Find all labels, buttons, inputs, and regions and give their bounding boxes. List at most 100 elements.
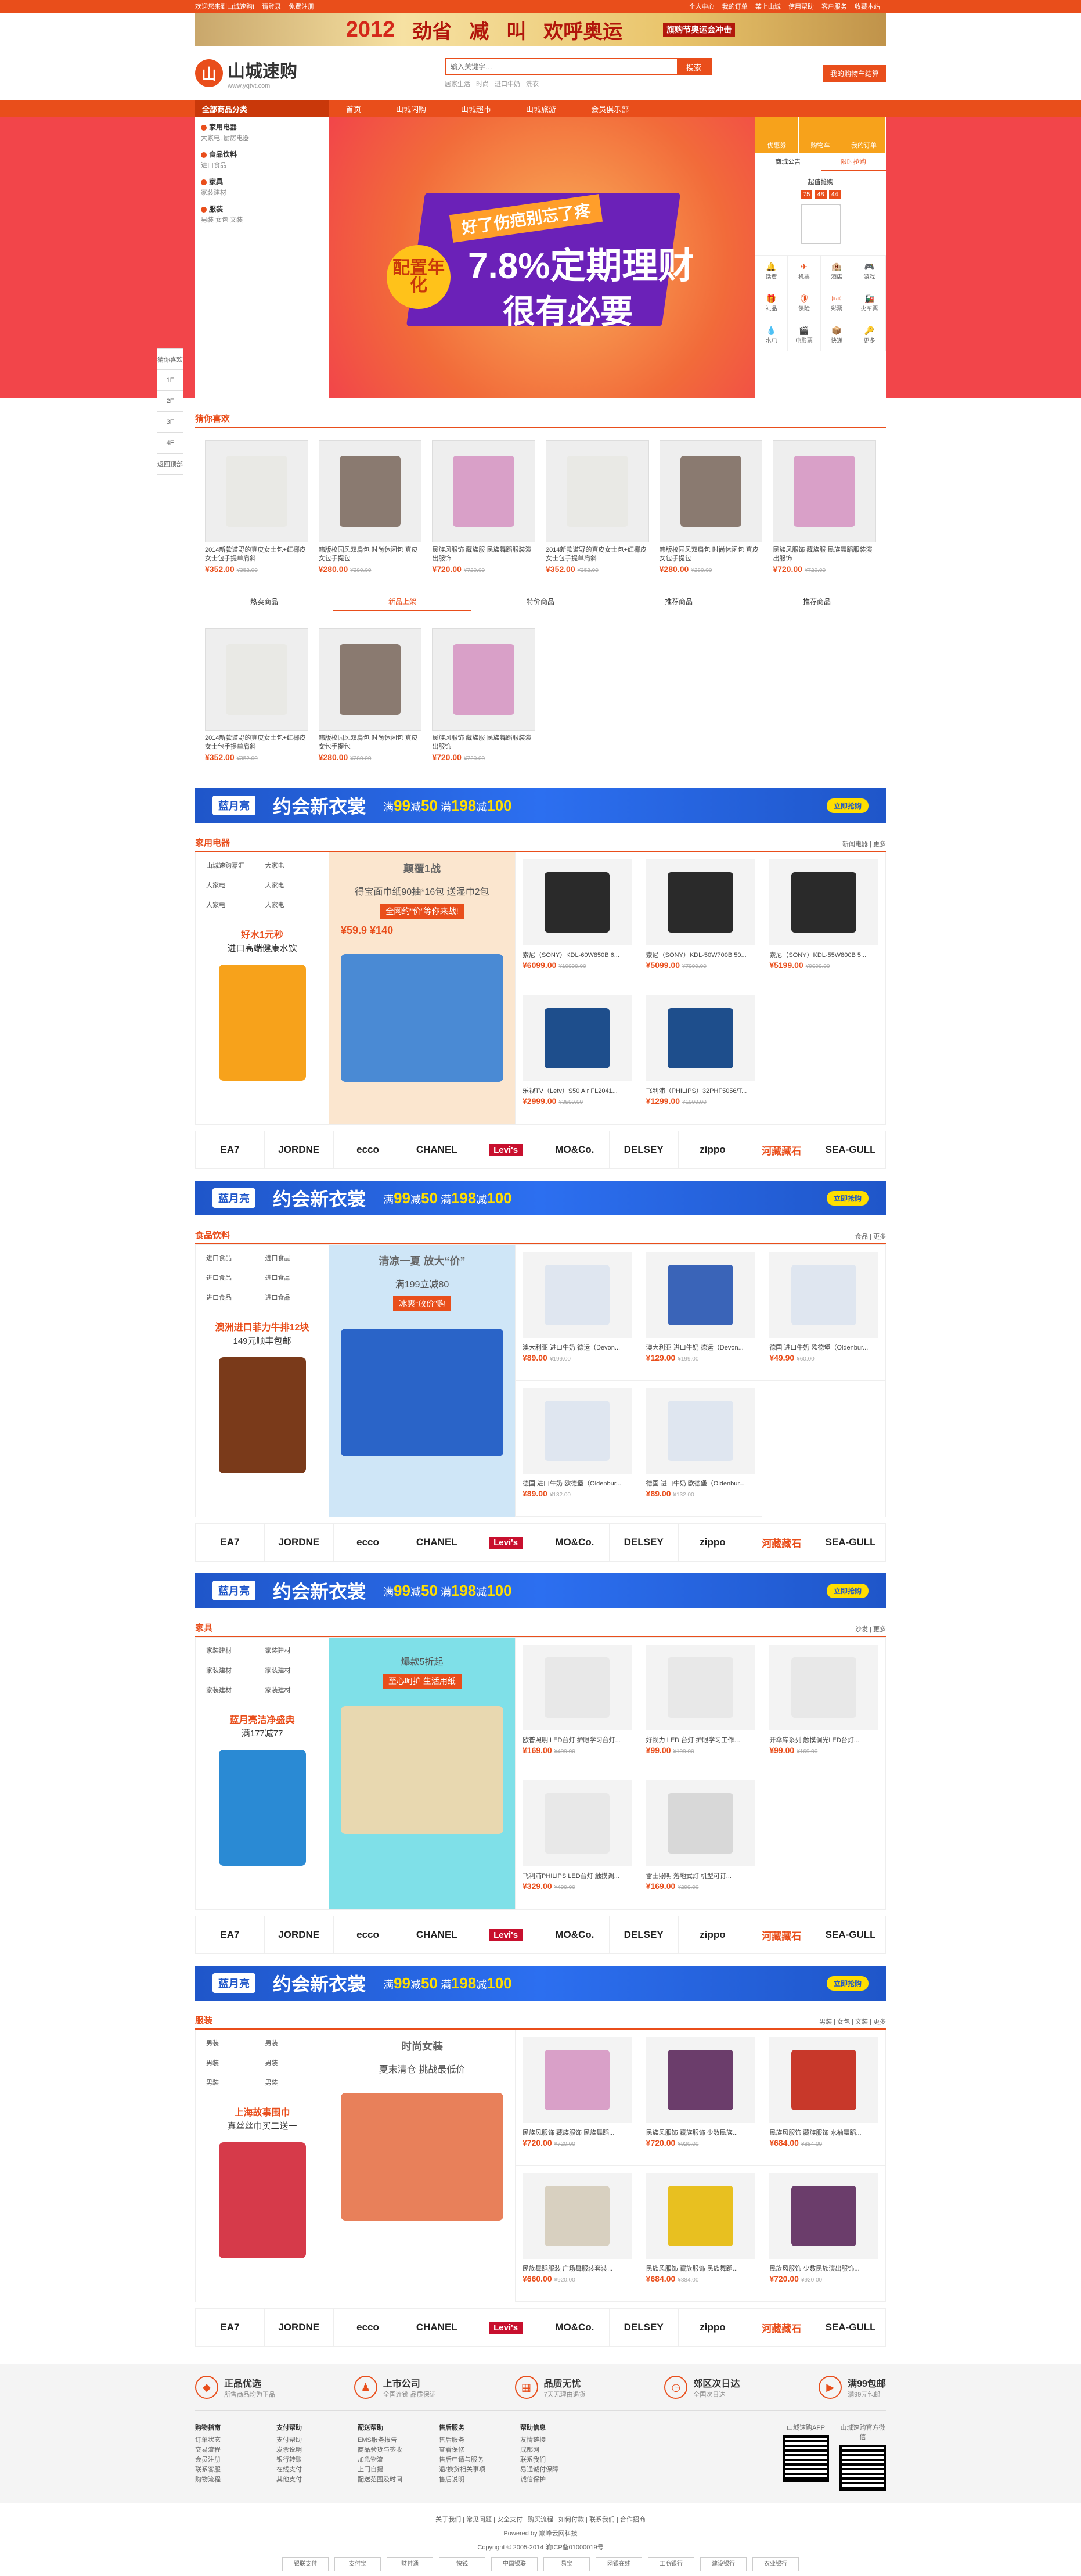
product-card[interactable]: 2014新款道野的真皮女士包+红椰皮女士包手提单肩斜 ¥352.00 ¥352.00 <box>202 625 311 776</box>
floor-nav-item[interactable]: 返回顶部 <box>157 454 183 474</box>
floor-link[interactable]: 家装建材 <box>206 1646 260 1655</box>
help-link[interactable]: 配送范围及时间 <box>358 2475 439 2485</box>
product-name[interactable]: 韩版校园风双肩包 时尚休闲包 真皮女包手提包 <box>319 734 422 751</box>
ad-buy-button[interactable]: 立即抢购 <box>826 1583 869 1598</box>
service-shortcut[interactable]: 🎬 电影票 <box>788 319 821 351</box>
product-name[interactable]: 民族风服饰 藏族服饰 水袖舞蹈... <box>769 2128 878 2137</box>
product-name[interactable]: 民族舞蹈服装 广场舞服装套装... <box>523 2264 632 2273</box>
brand-logo[interactable]: Levi's <box>471 1523 540 1562</box>
side-promo-title[interactable]: 蓝月亮洁净盛典 <box>206 1712 318 1726</box>
product-card[interactable]: 德国 进口牛奶 欧德堡（Oldenbur... ¥89.00 ¥132.00 <box>515 1381 639 1517</box>
product-name[interactable]: 民族风服饰 藏族服 民族舞蹈服装演出服饰 <box>432 734 535 751</box>
product-card[interactable]: 民族风服饰 藏族服饰 民族舞蹈... ¥684.00 ¥884.00 <box>638 2166 762 2302</box>
product-card[interactable]: 澳大利亚 进口牛奶 德运（Devon... ¥129.00 ¥199.00 <box>638 1245 762 1381</box>
service-shortcut[interactable]: 📦 快递 <box>820 319 853 351</box>
help-link[interactable]: 联系我们 <box>520 2455 601 2465</box>
product-image[interactable] <box>546 440 649 542</box>
help-link[interactable]: 订单状态 <box>195 2435 276 2445</box>
topbar-link[interactable]: 某上山城 <box>755 3 781 10</box>
brand-logo[interactable]: 河藏藏石 <box>747 1131 817 1169</box>
brand-logo[interactable]: Levi's <box>471 2308 540 2347</box>
product-name[interactable]: 澳大利亚 进口牛奶 德运（Devon... <box>523 1343 632 1352</box>
brand-logo[interactable]: ecco <box>334 1131 403 1169</box>
flash-deal[interactable]: 超值抢购 75 48 44 <box>755 171 886 255</box>
brand-logo[interactable]: JORDNE <box>265 1131 334 1169</box>
floor-feature[interactable]: 时尚女装 夏末清仓 挑战最低价 <box>329 2030 515 2302</box>
brand-logo[interactable]: SEA-GULL <box>816 1916 885 1954</box>
product-image[interactable] <box>523 1645 632 1730</box>
product-card[interactable]: 德国 进口牛奶 欧德堡（Oldenbur... ¥49.90 ¥60.00 <box>762 1245 885 1381</box>
product-image[interactable] <box>523 2173 632 2259</box>
floor-link[interactable]: 家装建材 <box>265 1685 319 1694</box>
product-card[interactable]: 民族风服饰 藏族服饰 少数民族... ¥720.00 ¥920.00 <box>638 2030 762 2166</box>
brand-logo[interactable]: JORDNE <box>265 1523 334 1562</box>
floor-feature[interactable]: 爆款5折起 至心呵护 生活用纸 <box>329 1638 515 1909</box>
floor-more-link[interactable]: 沙发 | 更多 <box>855 1624 886 1636</box>
help-link[interactable]: 售后服务 <box>439 2435 520 2445</box>
category-item[interactable]: 家用电器 大家电, 厨房电器 <box>201 122 323 142</box>
product-name[interactable]: 韩版校园风双肩包 时尚休闲包 真皮女包手提包 <box>319 546 422 563</box>
help-link[interactable]: EMS服务报告 <box>358 2435 439 2445</box>
product-card[interactable]: 澳大利亚 进口牛奶 德运（Devon... ¥89.00 ¥199.00 <box>515 1245 639 1381</box>
product-card[interactable]: 欧普照明 LED台灯 护眼学习台灯... ¥169.00 ¥499.00 <box>515 1638 639 1773</box>
side-promo-image[interactable] <box>218 1750 306 1866</box>
floor-nav-item[interactable]: 猜你喜欢 <box>157 349 183 370</box>
product-card[interactable]: 雷士照明 落地式灯 机型可订... ¥169.00 ¥299.00 <box>638 1773 762 1909</box>
product-image[interactable] <box>646 1645 755 1730</box>
floor-link[interactable]: 男装 <box>265 2038 319 2048</box>
help-link[interactable]: 查看保修 <box>439 2445 520 2455</box>
all-categories[interactable]: 全部商品分类 <box>195 100 329 117</box>
floor-link[interactable]: 家装建材 <box>265 1665 319 1675</box>
brand-logo[interactable]: zippo <box>679 1131 748 1169</box>
login-link[interactable]: 请登录 <box>262 3 281 10</box>
floor-link[interactable]: 进口食品 <box>265 1293 319 1302</box>
hot-keyword[interactable]: 时尚 <box>476 81 489 88</box>
floor-link[interactable]: 大家电 <box>206 900 260 909</box>
product-name[interactable]: 民族风服饰 藏族服饰 民族舞蹈... <box>523 2128 632 2137</box>
floor-link[interactable]: 大家电 <box>206 880 260 890</box>
brand-logo[interactable]: Levi's <box>471 1916 540 1954</box>
product-card[interactable]: 2014新款道野的真皮女士包+红椰皮女士包手提单肩斜 ¥352.00 ¥352.00 <box>543 437 652 588</box>
coupon-shortcut[interactable]: 优惠券 <box>755 117 799 153</box>
brand-logo[interactable]: zippo <box>679 1523 748 1562</box>
top-promo-banner[interactable]: 2012 劲省 减 叫 欢呼奥运 旗购节奥运会冲击 <box>0 13 1081 46</box>
product-name[interactable]: 民族风服饰 少数民族演出服饰... <box>769 2264 878 2273</box>
brand-logo[interactable]: JORDNE <box>265 2308 334 2347</box>
floor-link[interactable]: 家装建材 <box>206 1665 260 1675</box>
product-card[interactable]: 2014新款道野的真皮女士包+红椰皮女士包手提单肩斜 ¥352.00 ¥352.00 <box>202 437 311 588</box>
product-name[interactable]: 飞利浦PHILIPS LED台灯 触摸调... <box>523 1871 632 1880</box>
cart-button[interactable]: 我的购物车结算 <box>823 64 886 82</box>
product-image[interactable] <box>773 440 876 542</box>
hot-keyword[interactable]: 居家生活 <box>445 81 470 88</box>
ad-banner[interactable]: 蓝月亮 约会新衣裳 满99减50 满198减100 立即抢购 <box>195 788 886 823</box>
product-card[interactable]: 韩版校园风双肩包 时尚休闲包 真皮女包手提包 ¥280.00 ¥280.00 <box>656 437 766 588</box>
service-shortcut[interactable]: 💧 水电 <box>755 319 788 351</box>
brand-logo[interactable]: MO&Co. <box>540 1916 610 1954</box>
help-link[interactable]: 售后申请与服务 <box>439 2455 520 2465</box>
side-promo-image[interactable] <box>218 2142 306 2258</box>
product-name[interactable]: 澳大利亚 进口牛奶 德运（Devon... <box>646 1343 755 1352</box>
brand-logo[interactable]: ecco <box>334 1916 403 1954</box>
brand-logo[interactable]: DELSEY <box>610 2308 679 2347</box>
product-card[interactable]: 乐视TV（Letv）S50 Air FL2041... ¥2999.00 ¥3599… <box>515 988 639 1124</box>
product-name[interactable]: 飞利浦（PHILIPS）32PHF5056/T... <box>646 1086 755 1095</box>
service-shortcut[interactable]: 🎁 礼品 <box>755 287 788 319</box>
product-name[interactable]: 乐视TV（Letv）S50 Air FL2041... <box>523 1086 632 1095</box>
product-name[interactable]: 韩版校园风双肩包 时尚休闲包 真皮女包手提包 <box>660 546 763 563</box>
product-image[interactable] <box>318 440 422 542</box>
product-image[interactable] <box>769 1252 878 1338</box>
floor-feature[interactable]: 颠覆1战 得宝面巾纸90抽*16包 送湿巾2包 全网约“价”等你来战! ¥59.9 ¥… <box>329 852 515 1124</box>
help-link[interactable]: 售后说明 <box>439 2475 520 2485</box>
nav-item[interactable]: 山城闪购 <box>379 103 444 114</box>
product-image[interactable] <box>432 440 535 542</box>
side-promo-image[interactable] <box>218 1357 306 1473</box>
help-link[interactable]: 银行转账 <box>276 2455 358 2465</box>
hot-keyword[interactable]: 洗衣 <box>526 81 539 88</box>
service-shortcut[interactable]: 🚂 火车票 <box>853 287 886 319</box>
help-link[interactable]: 在线支付 <box>276 2465 358 2475</box>
product-card[interactable]: 好视力 LED 台灯 护眼学习工作… ¥99.00 ¥199.00 <box>638 1638 762 1773</box>
brand-logo[interactable]: EA7 <box>196 1523 265 1562</box>
help-link[interactable]: 友情链接 <box>520 2435 601 2445</box>
floor-link[interactable]: 男装 <box>265 2058 319 2067</box>
product-card[interactable]: 民族风服饰 藏族服 民族舞蹈服装演出服饰 ¥720.00 ¥720.00 <box>429 625 538 776</box>
